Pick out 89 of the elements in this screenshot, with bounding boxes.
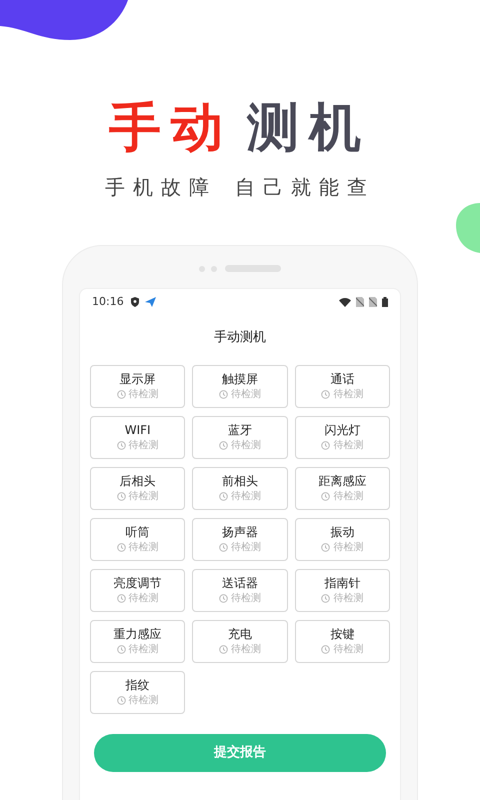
wifi-icon <box>339 298 351 306</box>
no-sim-icon <box>356 297 364 307</box>
clock-icon <box>218 644 228 654</box>
clock-icon <box>218 492 228 500</box>
test-name: 后相头 <box>120 474 156 488</box>
clock-icon <box>218 390 228 398</box>
test-status: 待检测 <box>230 592 261 604</box>
test-name: 显示屏 <box>120 372 156 386</box>
test-tile[interactable]: 触摸屏 待检测 <box>192 364 288 408</box>
test-tile[interactable]: 通话 待检测 <box>294 364 390 408</box>
test-name: 亮度调节 <box>114 576 162 590</box>
test-tile[interactable]: 充电 待检测 <box>192 620 288 662</box>
test-tile[interactable]: 后相头 待检测 <box>90 466 186 510</box>
test-tile[interactable]: WIFI 待检测 <box>90 416 186 458</box>
test-tile[interactable]: 指纹 待检测 <box>90 670 186 714</box>
test-tile[interactable]: 前相头 待检测 <box>192 466 288 510</box>
test-name: 扬声器 <box>222 524 258 540</box>
blob-decoration <box>456 203 480 253</box>
test-status: 待检测 <box>333 490 364 502</box>
test-name: WIFI <box>124 422 151 438</box>
clock-icon <box>116 440 126 450</box>
test-status: 待检测 <box>128 490 159 502</box>
test-tile[interactable]: 亮度调节 待检测 <box>90 568 186 612</box>
test-status: 待检测 <box>333 592 364 604</box>
test-name: 听筒 <box>126 524 150 540</box>
test-name: 距离感应 <box>318 474 366 488</box>
test-name: 按键 <box>330 626 354 642</box>
subtitle-text: 自己就能查 <box>235 174 375 201</box>
test-status: 待检测 <box>230 642 261 656</box>
test-status: 待检测 <box>333 438 364 452</box>
status-time: 10:16 <box>92 294 124 310</box>
clock-icon <box>321 594 330 602</box>
test-name: 振动 <box>330 524 354 540</box>
clock-icon <box>116 644 126 654</box>
test-status: 待检测 <box>128 694 159 706</box>
test-status: 待检测 <box>128 540 159 554</box>
test-tile[interactable]: 扬声器 待检测 <box>192 518 288 560</box>
battery-icon <box>382 297 388 307</box>
test-name: 前相头 <box>222 474 258 488</box>
test-name: 通话 <box>330 372 354 386</box>
test-status: 待检测 <box>333 388 364 400</box>
test-status: 待检测 <box>230 438 261 452</box>
test-name: 触摸屏 <box>222 372 258 386</box>
test-name: 重力感应 <box>114 626 162 642</box>
clock-icon <box>116 594 126 602</box>
test-tile[interactable]: 听筒 待检测 <box>90 518 186 560</box>
test-status: 待检测 <box>128 592 159 604</box>
clock-icon <box>321 542 330 552</box>
clock-icon <box>116 542 126 552</box>
subtitle-text: 手机故障 <box>105 174 217 201</box>
test-tile[interactable]: 重力感应 待检测 <box>90 620 186 662</box>
test-name: 闪光灯 <box>324 422 360 438</box>
test-name: 充电 <box>228 626 252 642</box>
screen-title: 手动测机 <box>214 329 266 347</box>
test-name: 蓝牙 <box>228 422 252 438</box>
no-sim-icon <box>369 297 377 307</box>
test-status: 待检测 <box>128 438 159 452</box>
test-status: 待检测 <box>230 540 261 554</box>
test-status: 待检测 <box>128 642 159 656</box>
test-tile[interactable]: 距离感应 待检测 <box>294 466 390 510</box>
clock-icon <box>218 594 228 602</box>
test-name: 送话器 <box>222 576 258 590</box>
test-tile[interactable]: 闪光灯 待检测 <box>294 416 390 458</box>
test-tile[interactable]: 显示屏 待检测 <box>90 364 186 408</box>
test-tile[interactable]: 指南针 待检测 <box>294 568 390 612</box>
test-tile[interactable]: 蓝牙 待检测 <box>192 416 288 458</box>
clock-icon <box>116 492 126 500</box>
test-name: 指南针 <box>324 576 360 590</box>
test-status: 待检测 <box>230 490 261 502</box>
clock-icon <box>116 390 126 398</box>
clock-icon <box>218 542 228 552</box>
test-tile[interactable]: 按键 待检测 <box>294 620 390 662</box>
test-tile[interactable]: 振动 待检测 <box>294 518 390 560</box>
clock-icon <box>321 492 330 500</box>
shield-icon <box>130 297 139 307</box>
headline-accent: 手动 <box>109 98 233 158</box>
test-name: 指纹 <box>126 678 150 692</box>
test-status: 待检测 <box>128 388 159 400</box>
clock-icon <box>218 440 228 450</box>
paper-plane-icon <box>144 297 156 307</box>
clock-icon <box>116 696 126 704</box>
clock-icon <box>321 440 330 450</box>
headline-text: 测机 <box>247 98 371 158</box>
test-tile[interactable]: 送话器 待检测 <box>192 568 288 612</box>
clock-icon <box>321 390 330 398</box>
test-status: 待检测 <box>333 642 364 656</box>
clock-icon <box>321 644 330 654</box>
test-status: 待检测 <box>333 540 364 554</box>
test-status: 待检测 <box>230 388 261 400</box>
